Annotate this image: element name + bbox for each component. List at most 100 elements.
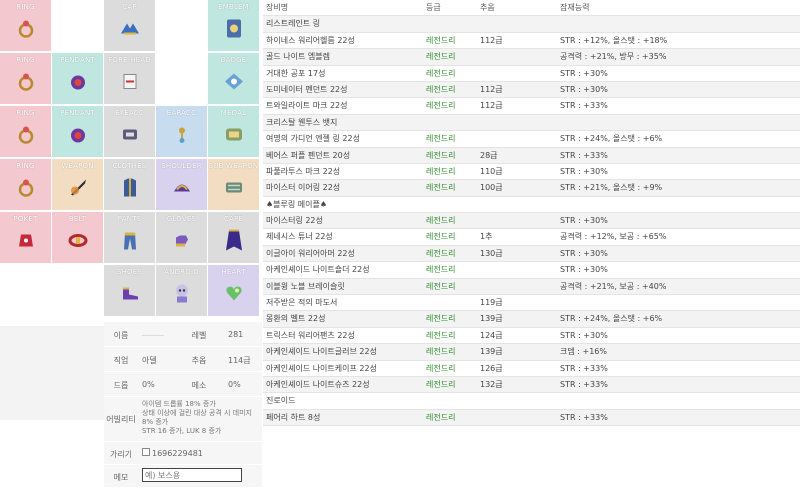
forehead-icon: [121, 71, 139, 94]
table-row[interactable]: ♠블루링 메이플♠: [263, 196, 800, 214]
table-row[interactable]: 몽환의 벨트 22성 레전드리 139급 STR : +24%, 올스탯 : +6%: [263, 311, 800, 328]
equip-slot-shoulder[interactable]: SHOULDER: [156, 159, 207, 210]
table-row[interactable]: 여명의 가디언 엔젤 링 22성 레전드리 STR : +24%, 올스탯 : +6…: [263, 131, 800, 148]
equip-slot-ring[interactable]: RING: [0, 159, 51, 210]
additional-option-cell: 112급: [480, 35, 503, 45]
table-row[interactable]: 아케인셰이드 나이트글러브 22성 레전드리 139급 크뎀 : +16%: [263, 344, 800, 361]
additional-option-cell: 139급: [480, 314, 503, 324]
equip-slot-gloves[interactable]: GLOVES: [156, 212, 207, 263]
table-row[interactable]: 진로이드: [263, 393, 800, 410]
slot-label: GLOVES: [166, 215, 197, 223]
grade-cell: 레전드리: [426, 330, 456, 340]
ability-line: STR 16 증가, LUK 8 증가: [142, 427, 222, 435]
grade-cell: 레전드리: [426, 183, 456, 193]
potential-cell: STR : +30%: [560, 166, 608, 176]
eye-accessory-icon: [120, 125, 140, 146]
drop-value: 0%: [142, 380, 155, 389]
table-row[interactable]: 크리스탈 웬투스 뱃지: [263, 114, 800, 132]
equip-slot-ring[interactable]: RING: [0, 0, 51, 51]
slot-label: SHOES: [116, 268, 143, 276]
table-row[interactable]: 이글아이 워리어아머 22성 레전드리 130급 STR : +30%: [263, 245, 800, 263]
grade-cell: 레전드리: [426, 150, 456, 160]
table-row[interactable]: 페어리 하트 8성 레전드리 STR : +33%: [263, 409, 800, 427]
slot-label: BADGE: [220, 56, 247, 64]
additional-option-cell: 119급: [480, 298, 503, 308]
slot-label: RING: [16, 162, 35, 170]
item-name-cell: 아케인셰이드 나이트숄더 22성: [266, 265, 370, 275]
character-image-placeholder: [0, 326, 104, 420]
info-row-drop: 드롭 0% 메소 0%: [104, 372, 262, 397]
slot-label: MEDAL: [220, 109, 247, 117]
name-underline: [142, 335, 164, 336]
equip-slot-heart[interactable]: HEART: [208, 265, 259, 316]
equip-slot-clothes[interactable]: CLOTHES: [104, 159, 155, 210]
item-name-cell: 거대한 공포 17성: [266, 68, 326, 78]
equip-slot-earacc[interactable]: EARACC: [156, 106, 207, 157]
equip-slot-cap[interactable]: CAP: [104, 0, 155, 51]
equip-slot-eyeacc[interactable]: EYEACC: [104, 106, 155, 157]
potential-cell: 크뎀 : +16%: [560, 347, 607, 357]
table-row[interactable]: 이블윙 노블 브레이슬릿 레전드리 공격력 : +21%, 보공 : +40%: [263, 278, 800, 296]
equip-slot-ring[interactable]: RING: [0, 53, 51, 104]
equip-slot-pants[interactable]: PANTS: [104, 212, 155, 263]
table-row[interactable]: 아케인셰이드 나이트케이프 22성 레전드리 126급 STR : +33%: [263, 360, 800, 377]
equip-slot-cape[interactable]: CAPE: [208, 212, 259, 263]
equip-slot-belt[interactable]: BELT: [52, 212, 103, 263]
table-row[interactable]: 리스트레인트 링: [263, 16, 800, 33]
table-row[interactable]: 마이스터링 22성 레전드리 STR : +30%: [263, 213, 800, 230]
slot-label: POKET: [13, 215, 38, 223]
grade-cell: 레전드리: [426, 412, 456, 422]
table-row[interactable]: 하이네스 워리어헬름 22성 레전드리 112급 STR : +12%, 올스탯 : …: [263, 32, 800, 50]
table-row[interactable]: 저주받은 적의 마도서 119급: [263, 295, 800, 312]
additional-option-cell: 132급: [480, 379, 503, 389]
gloves-icon: [172, 230, 192, 253]
table-row[interactable]: 아케인셰이드 나이트슈즈 22성 레전드리 132급 STR : +33%: [263, 376, 800, 394]
clothes-icon: [120, 176, 140, 201]
equip-slot-ring[interactable]: RING: [0, 106, 51, 157]
item-name-cell: 트릭스터 워리어팬츠 22성: [266, 330, 355, 340]
slot-label: HEART: [221, 268, 246, 276]
header-potential: 잠재능력: [560, 3, 590, 12]
equip-slot-pendant[interactable]: PENDANT: [52, 106, 103, 157]
item-name-cell: 베어스 퍼플 펜던트 20성: [266, 150, 351, 160]
item-name-cell: 마이스터 이어링 22성: [266, 183, 341, 193]
equip-slot-sub-weapon[interactable]: SUB WEAPON: [208, 159, 259, 210]
hide-checkbox[interactable]: [142, 448, 150, 456]
item-name-cell: 크리스탈 웬투스 뱃지: [266, 117, 338, 127]
character-portrait: [0, 320, 104, 420]
table-row[interactable]: 아케인셰이드 나이트숄더 22성 레전드리 STR : +30%: [263, 262, 800, 279]
additional-option-cell: 124급: [480, 330, 503, 340]
equip-slot-pendant[interactable]: PENDANT: [52, 53, 103, 104]
additional-option-cell: 139급: [480, 347, 503, 357]
header-additional: 추옵: [480, 3, 495, 12]
equip-slot-weapon[interactable]: WEAPON: [52, 159, 103, 210]
equip-slot-emblem[interactable]: EMBLEM: [208, 0, 259, 51]
memo-label: 메모: [113, 473, 129, 482]
equip-slot-fore-head[interactable]: FORE HEAD: [104, 53, 155, 104]
table-row[interactable]: 파풀라투스 마크 22성 레전드리 110급 STR : +30%: [263, 163, 800, 181]
job-value: 아델: [142, 356, 157, 365]
table-row[interactable]: 거대한 공포 17성 레전드리 STR : +30%: [263, 65, 800, 82]
table-row[interactable]: 마이스터 이어링 22성 레전드리 100급 STR : +21%, 올스탯 : +9…: [263, 180, 800, 197]
table-row[interactable]: 골드 나이트 엠블렘 레전드리 공격력 : +21%, 방무 : +35%: [263, 49, 800, 66]
equip-slot-badge[interactable]: BADGE: [208, 53, 259, 104]
header-grade: 등급: [426, 3, 441, 12]
equip-slot-shoes[interactable]: SHOES: [104, 265, 155, 316]
equip-slot-medal[interactable]: MEDAL: [208, 106, 259, 157]
table-row[interactable]: 도미네이터 펜던트 22성 레전드리 112급 STR : +30%: [263, 81, 800, 99]
item-name-cell: 이블윙 노블 브레이슬릿: [266, 281, 345, 291]
table-row[interactable]: 트와일라이트 마크 22성 레전드리 112급 STR : +33%: [263, 98, 800, 115]
additional-option-cell: 1추: [480, 232, 493, 242]
equip-slot-poket[interactable]: POKET: [0, 212, 51, 263]
item-name-cell: 아케인셰이드 나이트케이프 22성: [266, 363, 377, 373]
memo-input[interactable]: [142, 468, 242, 482]
belt-icon: [67, 231, 89, 252]
medal-icon: [223, 124, 245, 147]
table-row[interactable]: 베어스 퍼플 펜던트 20성 레전드리 28급 STR : +33%: [263, 147, 800, 164]
table-row[interactable]: 제네시스 튜너 22성 레전드리 1추 공격력 : +12%, 보공 : +65%: [263, 229, 800, 246]
equip-slot-android[interactable]: ANDROID: [156, 265, 207, 316]
ring-icon: [16, 71, 36, 94]
table-row[interactable]: 트릭스터 워리어팬츠 22성 레전드리 124급 STR : +30%: [263, 327, 800, 345]
potential-cell: 공격력 : +12%, 보공 : +65%: [560, 232, 667, 242]
slot-label: CLOTHES: [112, 162, 147, 170]
